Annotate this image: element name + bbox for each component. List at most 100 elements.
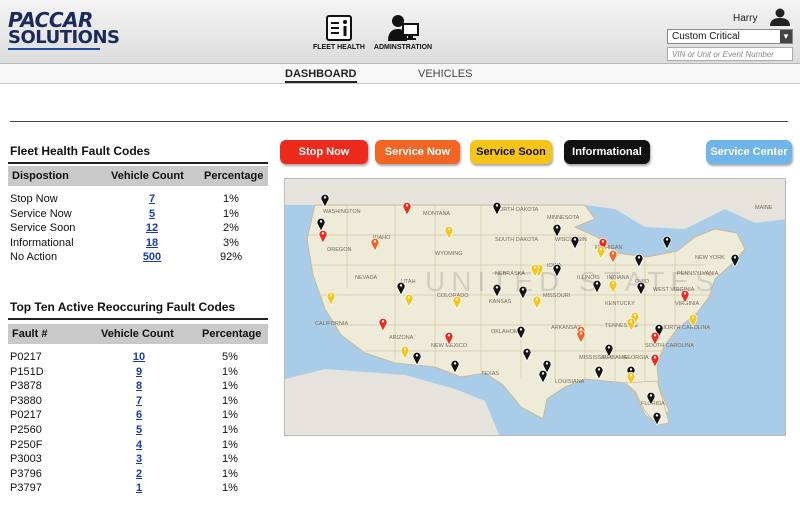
section-divider [10,121,788,122]
logo-line2: SOLUTIONS [8,27,120,48]
logo-underline [8,48,100,50]
vehicle-count-link[interactable]: 5 [149,208,155,220]
user-name[interactable]: Harry [733,13,757,24]
row-count: 7 [139,193,165,205]
vehicle-count-link[interactable]: 6 [136,409,142,421]
top-ten-rule [8,318,268,320]
row-count: 7 [126,395,152,407]
state-label: MAINE [755,205,773,211]
legend-stop-now-button[interactable]: Stop Now [280,140,368,164]
table-row: P151D 9 1% [8,366,268,380]
administration-icon [368,14,438,42]
vehicle-count-link[interactable]: 7 [149,193,155,205]
state-label: MISSISSIPPI [579,355,612,361]
user-avatar-icon[interactable] [769,8,791,31]
us-map[interactable]: WASHINGTON MONTANA NORTH DAKOTA MINNESOTA OR… [285,179,786,436]
nav-fleet-health[interactable]: FLEET HEALTH [304,14,374,51]
fleet-health-icon [304,14,374,42]
table-row: P0217 10 5% [8,351,268,365]
row-label: P2560 [10,424,42,436]
row-count: 12 [139,222,165,234]
vehicle-count-link[interactable]: 12 [146,222,158,234]
state-label: KENTUCKY [605,301,635,307]
nav-fleet-health-label: FLEET HEALTH [313,44,365,51]
row-label: P250F [10,438,43,451]
row-percentage: 1% [222,453,238,466]
nav-administration[interactable]: ADMINSTRATION [368,14,438,51]
row-count: 9 [126,366,152,378]
vehicle-count-link[interactable]: 10 [133,351,145,363]
row-label: P0217 [10,409,42,422]
vehicle-count-link[interactable]: 7 [136,395,142,407]
tab-dashboard[interactable]: DASHBOARD [285,68,357,83]
nav-administration-label: ADMINSTRATION [373,44,433,51]
row-percentage: 1% [222,467,238,480]
row-percentage: 1% [222,365,238,378]
row-count: 10 [126,351,152,363]
table-row: P3797 1 1% [8,482,268,496]
row-count: 18 [139,237,165,249]
col-disposition: Dispostion [12,170,69,182]
row-label: Stop Now [10,193,58,205]
table-row: Informational 18 3% [8,237,268,251]
paccar-solutions-logo[interactable]: PACCAR SOLUTIONS [8,10,120,50]
vehicle-count-link[interactable]: 9 [136,366,142,378]
row-label: Service Now [10,207,72,220]
chevron-down-icon[interactable]: ▼ [780,30,792,43]
state-label: SOUTH CAROLINA [645,343,694,349]
legend-service-center-button[interactable]: Service Center [706,140,792,164]
row-count: 2 [126,468,152,480]
col-fault-number: Fault # [12,328,48,340]
row-percentage: 1% [222,438,238,451]
state-label: MINNESOTA [547,215,580,221]
row-count: 500 [139,251,165,263]
row-percentage: 1% [222,482,238,495]
state-label: FLORIDA [641,401,665,407]
row-percentage: 1% [222,409,238,422]
row-percentage: 2% [223,222,239,234]
table-row: Service Soon 12 2% [8,222,268,236]
row-label: P3880 [10,394,42,407]
state-label: NEW YORK [695,255,725,261]
col-vehicle-count: Vehicle Count [111,170,184,182]
map-pin-informational[interactable] [730,253,740,268]
state-label: ARIZONA [389,335,414,341]
vehicle-count-link[interactable]: 2 [136,468,142,480]
fleet-health-header: Dispostion Vehicle Count Percentage [8,166,268,186]
state-label: NORTH DAKOTA [495,207,539,213]
vehicle-count-link[interactable]: 500 [143,251,161,263]
state-label: MONTANA [423,211,450,217]
row-percentage: 3% [223,236,239,249]
table-row: Service Now 5 1% [8,208,268,222]
legend-informational-button[interactable]: Informational [564,140,650,164]
legend-service-soon-button[interactable]: Service Soon [470,140,552,164]
vehicle-count-link[interactable]: 5 [136,424,142,436]
map-watermark: UNITED STATES [425,266,720,297]
row-count: 3 [126,453,152,465]
fleet-map[interactable]: WASHINGTON MONTANA NORTH DAKOTA MINNESOTA OR… [284,178,786,436]
vehicle-count-link[interactable]: 1 [136,482,142,494]
row-count: 6 [126,409,152,421]
row-percentage: 1% [222,394,238,407]
row-percentage: 92% [219,251,243,263]
state-label: SOUTH DAKOTA [495,237,538,243]
vehicle-count-link[interactable]: 18 [146,237,158,249]
row-label: Service Soon [10,222,76,234]
row-count: 5 [139,208,165,220]
vin-search-input[interactable] [667,47,793,61]
tab-vehicles[interactable]: VEHICLES [418,68,472,80]
vehicle-count-link[interactable]: 8 [136,380,142,392]
vehicle-count-link[interactable]: 3 [136,453,142,465]
fleet-filter-select[interactable]: Custom Critical ▼ [667,29,793,44]
state-label: KANSAS [489,299,512,305]
row-label: P151D [10,365,44,378]
state-label: TEXAS [481,371,499,377]
table-row: P2560 5 1% [8,424,268,438]
row-label: Informational [10,236,74,249]
row-count: 1 [126,482,152,494]
vehicle-count-link[interactable]: 4 [136,439,142,451]
legend-service-now-button[interactable]: Service Now [375,140,460,164]
col-vehicle-count: Vehicle Count [101,328,174,340]
state-label: NORTH CAROLINA [661,325,710,331]
table-row: P3880 7 1% [8,395,268,409]
